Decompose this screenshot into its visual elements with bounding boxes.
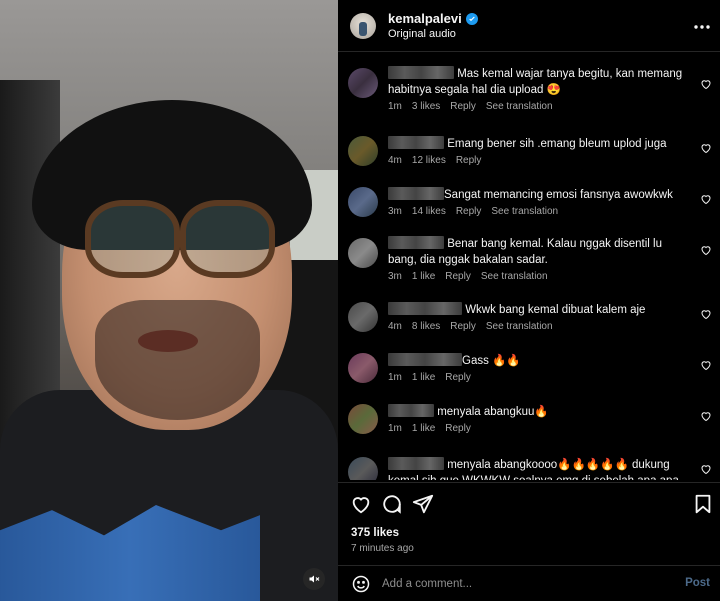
comment-composer: Post: [338, 565, 720, 601]
heart-icon[interactable]: [700, 142, 712, 154]
avatar[interactable]: [350, 12, 376, 39]
comment-likes[interactable]: 8 likes: [412, 321, 440, 332]
blurred-username[interactable]: [388, 302, 462, 315]
comment-likes[interactable]: 1 like: [412, 423, 435, 434]
commenter-avatar[interactable]: [348, 404, 378, 434]
reply-button[interactable]: Reply: [445, 372, 471, 383]
reply-button[interactable]: Reply: [445, 423, 471, 434]
comment-input[interactable]: [382, 574, 672, 594]
like-heart-icon[interactable]: [350, 493, 372, 515]
comment-text: menyala abangkuu🔥: [437, 406, 549, 418]
heart-icon[interactable]: [700, 193, 712, 205]
blurred-username[interactable]: [388, 353, 462, 366]
comment-time: 1m: [388, 101, 402, 112]
comment-time: 3m: [388, 206, 402, 217]
blurred-username[interactable]: [388, 187, 444, 200]
reply-button[interactable]: Reply: [456, 155, 482, 166]
heart-icon[interactable]: [700, 359, 712, 371]
comment-text: Wkwk bang kemal dibuat kalem aje: [465, 304, 646, 316]
post-actions: [338, 482, 720, 522]
comment-likes[interactable]: 1 like: [412, 271, 435, 282]
verified-badge-icon: [465, 12, 478, 25]
commenter-avatar[interactable]: [348, 302, 378, 332]
heart-icon[interactable]: [700, 410, 712, 422]
post-header: kemalpalevi Original audio: [338, 0, 720, 52]
blurred-username[interactable]: [388, 236, 444, 249]
see-translation-button[interactable]: See translation: [491, 206, 558, 217]
comment-time: 1m: [388, 423, 402, 434]
post-button[interactable]: Post: [685, 577, 710, 589]
comment-list[interactable]: Mas kemal wajar tanya begitu, kan memang…: [338, 56, 720, 480]
reply-button[interactable]: Reply: [450, 321, 476, 332]
share-send-icon[interactable]: [412, 493, 434, 515]
comment-likes[interactable]: 12 likes: [412, 155, 446, 166]
save-bookmark-icon[interactable]: [692, 493, 714, 515]
beard: [95, 300, 260, 420]
see-translation-button[interactable]: See translation: [481, 271, 548, 282]
emoji-icon[interactable]: [351, 574, 371, 594]
commenter-avatar[interactable]: [348, 187, 378, 217]
more-horizontal-icon[interactable]: [694, 14, 710, 35]
see-translation-button[interactable]: See translation: [486, 321, 553, 332]
comment-time: 4m: [388, 321, 402, 332]
heart-icon[interactable]: [700, 244, 712, 256]
commenter-avatar[interactable]: [348, 136, 378, 166]
blurred-username[interactable]: [388, 457, 444, 470]
glasses-right-lens: [180, 200, 275, 278]
commenter-avatar[interactable]: [348, 238, 378, 268]
speaker-muted-icon[interactable]: [303, 568, 325, 590]
heart-icon[interactable]: [700, 308, 712, 320]
comment-text: Sangat memancing emosi fansnya awowkwk: [444, 189, 673, 201]
comment-time: 1m: [388, 372, 402, 383]
commenter-avatar[interactable]: [348, 68, 378, 98]
blurred-username[interactable]: [388, 404, 434, 417]
comment-time: 4m: [388, 155, 402, 166]
reply-button[interactable]: Reply: [445, 271, 471, 282]
post-timestamp: 7 minutes ago: [351, 543, 414, 554]
comment-likes[interactable]: 1 like: [412, 372, 435, 383]
comment-likes[interactable]: 3 likes: [412, 101, 440, 112]
reply-button[interactable]: Reply: [450, 101, 476, 112]
username[interactable]: kemalpalevi: [388, 11, 462, 26]
mouth: [138, 330, 198, 352]
comments-panel: kemalpalevi Original audio Mas kemal waj…: [338, 0, 720, 601]
heart-icon[interactable]: [700, 78, 712, 90]
audio-label[interactable]: Original audio: [388, 28, 478, 40]
commenter-avatar[interactable]: [348, 353, 378, 383]
comment-bubble-icon[interactable]: [381, 493, 403, 515]
glasses-left-lens: [85, 200, 180, 278]
reel-video[interactable]: [0, 0, 338, 601]
blurred-username[interactable]: [388, 66, 454, 79]
comment-text: Emang bener sih .emang bleum uplod juga: [447, 138, 667, 150]
heart-icon[interactable]: [700, 463, 712, 475]
commenter-avatar[interactable]: [348, 457, 378, 480]
comment-text: Gass 🔥🔥: [462, 355, 521, 367]
blurred-username[interactable]: [388, 136, 444, 149]
comment-likes[interactable]: 14 likes: [412, 206, 446, 217]
reply-button[interactable]: Reply: [456, 206, 482, 217]
like-count[interactable]: 375 likes: [351, 527, 399, 539]
comment-time: 3m: [388, 271, 402, 282]
see-translation-button[interactable]: See translation: [486, 101, 553, 112]
